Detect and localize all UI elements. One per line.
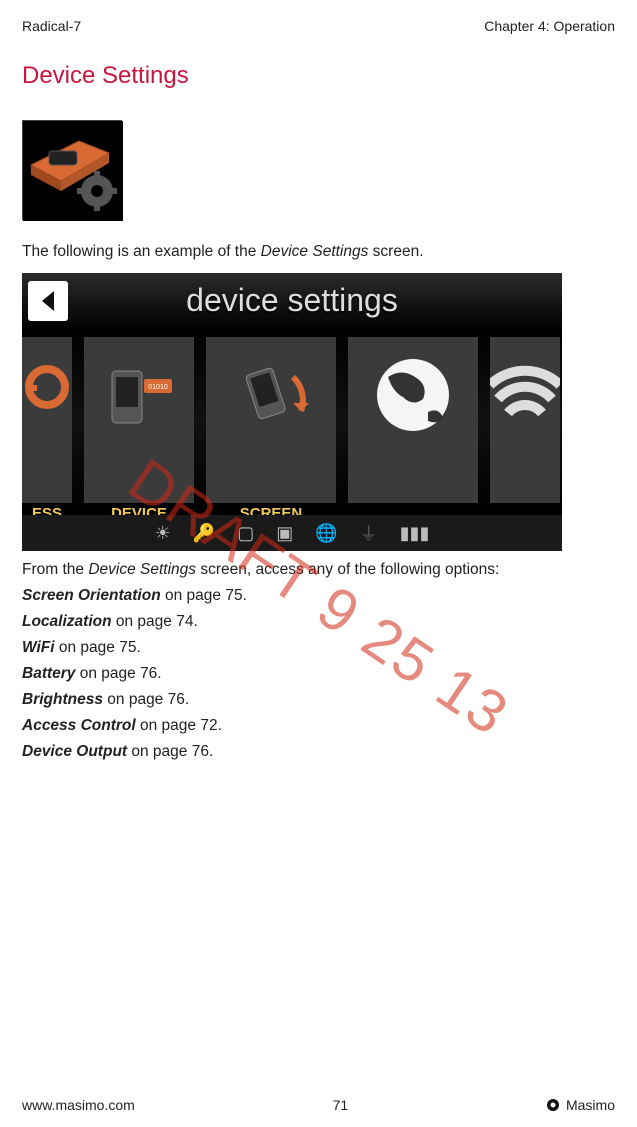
page-footer: www.masimo.com 71 Masimo [22,1097,615,1113]
masimo-logo-icon [546,1098,560,1112]
screenshot-title: device settings [186,282,398,319]
tile-wifi[interactable]: W [490,337,560,503]
options-intro-em: Device Settings [88,561,196,578]
tile-screen-orientation[interactable]: SCREENORIENTATION [206,337,336,503]
device-settings-icon [22,120,122,220]
device-settings-screenshot: device settings ESSTROL 01010 DEVICEOUTP… [22,273,562,551]
globe-icon [348,337,478,477]
option-wifi: WiFi on page 75. [22,639,615,657]
tile-localization[interactable]: LOCALIZATION [348,337,478,503]
footer-page-number: 71 [333,1097,349,1113]
section-title: Device Settings [22,62,615,90]
key-icon [22,337,72,477]
option-device-output: Device Output on page 76. [22,743,615,761]
intro-em: Device Settings [261,243,369,260]
screen-orientation-icon [206,337,336,477]
footer-url: www.masimo.com [22,1097,135,1113]
options-intro-post: screen, access any of the following opti… [196,561,499,578]
wifi-status-icon: ⏚ [360,520,378,546]
options-intro-pre: From the [22,561,88,578]
intro-post: screen. [368,243,423,260]
option-battery: Battery on page 76. [22,665,615,683]
footer-brand-text: Masimo [566,1097,615,1113]
back-arrow-icon [34,287,62,315]
tile-access-control[interactable]: ESSTROL [22,337,72,503]
wifi-icon [490,337,560,477]
screenshot-status-bar: ☀ 🔑 ▢ ▣ 🌐 ⏚ ▮▮▮ [22,515,562,551]
intro-pre: The following is an example of the [22,243,261,260]
header-right: Chapter 4: Operation [484,18,615,34]
options-intro: From the Device Settings screen, access … [22,561,615,579]
footer-brand: Masimo [546,1097,615,1113]
battery-status-icon: ▮▮▮ [400,523,430,544]
intro-text: The following is an example of the Devic… [22,240,615,263]
option-screen-orientation: Screen Orientation on page 75. [22,587,615,605]
option-access-control: Access Control on page 72. [22,717,615,735]
header-left: Radical-7 [22,18,81,34]
back-button[interactable] [28,281,68,321]
screenshot-tiles-row: ESSTROL 01010 DEVICEOUTPUT [22,331,562,509]
screenshot-titlebar: device settings [22,273,562,331]
tile-device-output[interactable]: 01010 DEVICEOUTPUT [84,337,194,503]
lock-icon: 🔑 [193,523,215,544]
globe-status-icon: 🌐 [315,523,337,544]
brightness-icon: ☀ [155,523,171,544]
page-root: Radical-7 Chapter 4: Operation Device Se… [0,0,637,1127]
device-icon: ▢ [237,523,254,544]
device-output-icon: 01010 [84,337,194,477]
svg-text:01010: 01010 [148,384,168,391]
option-brightness: Brightness on page 76. [22,691,615,709]
screen-icon: ▣ [276,523,293,544]
option-localization: Localization on page 74. [22,613,615,631]
page-header: Radical-7 Chapter 4: Operation [22,18,615,34]
